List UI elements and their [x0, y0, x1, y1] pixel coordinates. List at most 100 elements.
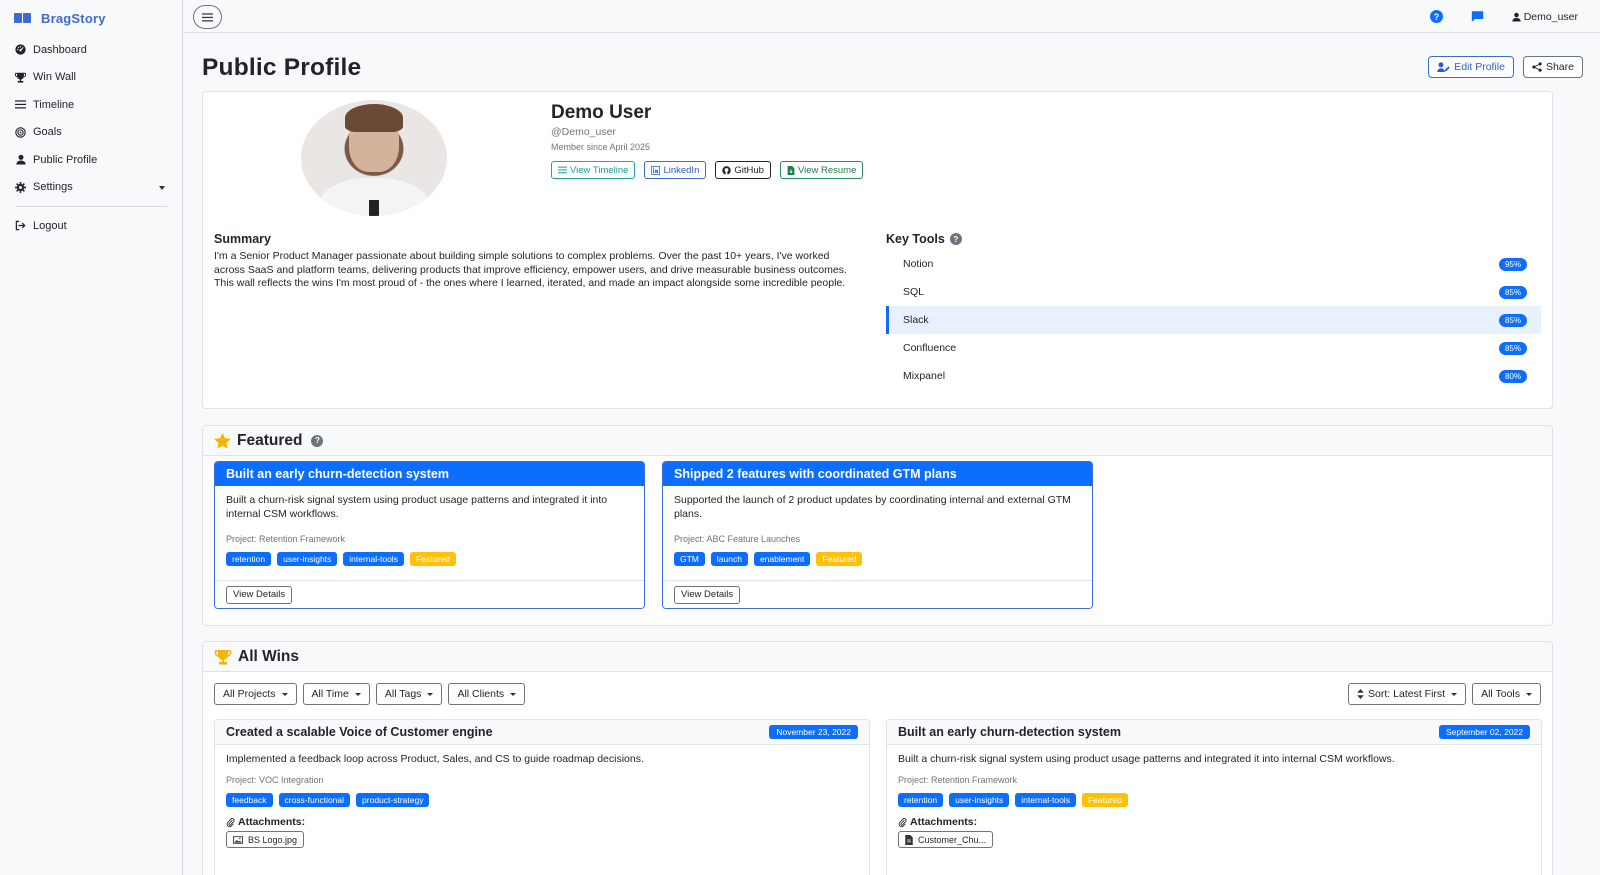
win-desc: Built a churn-risk signal system using p…	[898, 753, 1395, 765]
edit-profile-button[interactable]: Edit Profile	[1428, 56, 1514, 78]
win-project: Project: VOC Integration	[226, 775, 324, 785]
attachment-name: Customer_Chu...	[918, 834, 987, 845]
tag-badge[interactable]: retention	[226, 552, 272, 566]
sort-label: Sort: Latest First	[1368, 688, 1446, 700]
featured-card-footer: View Details	[663, 580, 1092, 608]
user-menu[interactable]: Demo_user	[1512, 11, 1578, 23]
page-title: Public Profile	[202, 54, 362, 81]
filter-projects-dropdown[interactable]: All Projects	[214, 683, 297, 705]
sidebar-item-dashboard[interactable]: Dashboard	[0, 36, 182, 64]
tag-badge[interactable]: retention	[898, 793, 944, 807]
sidebar-item-settings[interactable]: Settings	[0, 174, 182, 202]
featured-card-project: Project: ABC Feature Launches	[674, 534, 801, 544]
sort-dropdown[interactable]: Sort: Latest First	[1348, 683, 1467, 705]
summary-title: Summary	[214, 232, 271, 246]
hamburger-icon	[202, 12, 213, 21]
tool-item[interactable]: Confluence 85%	[886, 334, 1541, 362]
win-card: Built an early churn-detection system Se…	[886, 719, 1542, 875]
github-button[interactable]: GitHub	[715, 161, 771, 179]
filter-time-dropdown[interactable]: All Time	[302, 683, 370, 705]
paperclip-icon	[898, 818, 907, 827]
share-icon	[1532, 62, 1542, 72]
featured-card: Built an early churn-detection system Bu…	[214, 461, 645, 609]
topbar-actions: ? Demo_user	[1429, 0, 1578, 33]
view-resume-button[interactable]: View Resume	[779, 161, 864, 179]
featured-badge: Featured	[816, 552, 863, 566]
win-title: Built an early churn-detection system	[898, 725, 1121, 739]
sidebar-item-label: Win Wall	[33, 71, 76, 84]
filter-clients-dropdown[interactable]: All Clients	[448, 683, 526, 705]
tool-name: Notion	[903, 258, 934, 270]
share-button[interactable]: Share	[1522, 56, 1583, 78]
tag-badge[interactable]: enablement	[753, 552, 811, 566]
summary-text: I'm a Senior Product Manager passionate …	[214, 250, 847, 289]
linkedin-label: LinkedIn	[663, 164, 700, 176]
view-details-button[interactable]: View Details	[226, 585, 293, 604]
gauge-icon	[15, 44, 26, 55]
help-icon[interactable]: ?	[1429, 10, 1443, 23]
view-timeline-button[interactable]: View Timeline	[551, 161, 636, 179]
featured-header: Featured ?	[203, 426, 1552, 456]
filter-label: All Time	[311, 688, 349, 700]
list-icon	[558, 166, 567, 174]
linkedin-button[interactable]: LinkedIn	[644, 161, 707, 179]
tag-list: GTM launch enablement Featured	[663, 544, 1092, 566]
tag-list: retention user-insights internal-tools F…	[215, 544, 644, 566]
win-desc: Implemented a feedback loop across Produ…	[226, 753, 644, 765]
tag-badge[interactable]: user-insights	[949, 793, 1010, 807]
chat-icon[interactable]	[1471, 10, 1484, 23]
win-card-header: Built an early churn-detection system Se…	[887, 720, 1541, 745]
win-project: Project: Retention Framework	[898, 775, 1018, 785]
sidebar-item-goals[interactable]: Goals	[0, 119, 182, 147]
sidebar-toggle-button[interactable]	[193, 5, 222, 29]
linkedin-icon	[651, 165, 661, 175]
tag-badge[interactable]: user-insights	[277, 552, 338, 566]
caret-down-icon	[1526, 692, 1532, 696]
star-icon	[214, 432, 231, 449]
win-card: Created a scalable Voice of Customer eng…	[214, 719, 870, 875]
tag-badge[interactable]: internal-tools	[343, 552, 404, 566]
featured-card-project: Project: Retention Framework	[226, 534, 346, 544]
date-badge: November 23, 2022	[769, 725, 858, 739]
tool-name: Slack	[903, 314, 929, 326]
filter-tools-dropdown[interactable]: All Tools	[1472, 683, 1541, 705]
filter-label: All Projects	[223, 688, 276, 700]
tag-badge[interactable]: cross-functional	[278, 793, 351, 807]
tool-item[interactable]: Mixpanel 80%	[886, 362, 1541, 390]
all-wins-section: All Wins All Projects All Time All Tags …	[202, 641, 1553, 875]
tool-percent-badge: 85%	[1498, 342, 1527, 355]
sidebar-item-win-wall[interactable]: Win Wall	[0, 64, 182, 92]
sidebar-divider	[15, 206, 167, 207]
tag-badge[interactable]: feedback	[226, 793, 273, 807]
sidebar-item-logout[interactable]: Logout	[0, 212, 182, 240]
file-download-icon	[787, 165, 795, 175]
topbar: ? Demo_user	[184, 0, 1600, 33]
sidebar-item-label: Dashboard	[33, 43, 87, 56]
caret-down-icon	[510, 692, 517, 696]
profile-handle: @Demo_user	[551, 126, 616, 138]
filter-tags-dropdown[interactable]: All Tags	[375, 683, 443, 705]
tool-item[interactable]: Notion 95%	[886, 250, 1541, 278]
edit-profile-label: Edit Profile	[1454, 61, 1505, 73]
brand-logo[interactable]: BragStory	[0, 0, 182, 36]
tag-badge[interactable]: internal-tools	[1015, 793, 1076, 807]
filter-label: All Clients	[457, 688, 505, 700]
tag-badge[interactable]: launch	[710, 552, 748, 566]
tag-badge[interactable]: GTM	[674, 552, 705, 566]
sidebar-item-timeline[interactable]: Timeline	[0, 91, 182, 119]
tag-badge[interactable]: product-strategy	[356, 793, 430, 807]
tool-percent-badge: 80%	[1498, 370, 1527, 383]
tool-item[interactable]: Slack 85%	[886, 306, 1541, 334]
sidebar-item-public-profile[interactable]: Public Profile	[0, 146, 182, 174]
help-icon[interactable]: ?	[949, 233, 962, 245]
win-card-header: Created a scalable Voice of Customer eng…	[215, 720, 869, 745]
help-icon[interactable]: ?	[311, 434, 324, 447]
attachment-file[interactable]: Customer_Chu...	[898, 831, 994, 848]
featured-title: Featured	[237, 431, 303, 449]
view-details-button[interactable]: View Details	[674, 585, 741, 604]
attachment-file[interactable]: BS Logo.jpg	[226, 831, 305, 848]
avatar	[301, 100, 447, 216]
caret-down-icon	[427, 692, 434, 696]
tool-item[interactable]: SQL 85%	[886, 278, 1541, 306]
logout-label: Logout	[33, 219, 67, 232]
